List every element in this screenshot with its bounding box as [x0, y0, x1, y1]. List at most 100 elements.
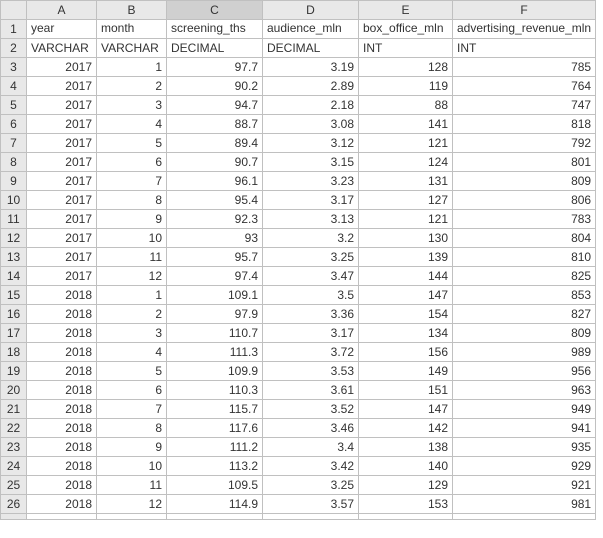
row-header-19[interactable]: 19	[1, 362, 27, 381]
cell-C22[interactable]: 117.6	[167, 419, 263, 438]
cell-D25[interactable]: 3.25	[263, 476, 359, 495]
cell-F27[interactable]	[453, 514, 596, 520]
cell-E7[interactable]: 121	[359, 134, 453, 153]
cell-E27[interactable]	[359, 514, 453, 520]
col-header-E[interactable]: E	[359, 1, 453, 20]
cell-F2[interactable]: INT	[453, 39, 596, 58]
cell-E8[interactable]: 124	[359, 153, 453, 172]
col-header-F[interactable]: F	[453, 1, 596, 20]
cell-E14[interactable]: 144	[359, 267, 453, 286]
cell-E6[interactable]: 141	[359, 115, 453, 134]
cell-D4[interactable]: 2.89	[263, 77, 359, 96]
cell-D5[interactable]: 2.18	[263, 96, 359, 115]
cell-B4[interactable]: 2	[97, 77, 167, 96]
cell-B8[interactable]: 6	[97, 153, 167, 172]
cell-C4[interactable]: 90.2	[167, 77, 263, 96]
cell-E17[interactable]: 134	[359, 324, 453, 343]
cell-C12[interactable]: 93	[167, 229, 263, 248]
cell-D2[interactable]: DECIMAL	[263, 39, 359, 58]
cell-B9[interactable]: 7	[97, 172, 167, 191]
row-header-14[interactable]: 14	[1, 267, 27, 286]
col-header-B[interactable]: B	[97, 1, 167, 20]
row-header-8[interactable]: 8	[1, 153, 27, 172]
cell-A24[interactable]: 2018	[27, 457, 97, 476]
cell-F15[interactable]: 853	[453, 286, 596, 305]
cell-D9[interactable]: 3.23	[263, 172, 359, 191]
cell-C8[interactable]: 90.7	[167, 153, 263, 172]
cell-B22[interactable]: 8	[97, 419, 167, 438]
cell-D3[interactable]: 3.19	[263, 58, 359, 77]
col-header-D[interactable]: D	[263, 1, 359, 20]
cell-F20[interactable]: 963	[453, 381, 596, 400]
cell-D12[interactable]: 3.2	[263, 229, 359, 248]
row-header-16[interactable]: 16	[1, 305, 27, 324]
cell-C23[interactable]: 111.2	[167, 438, 263, 457]
cell-B2[interactable]: VARCHAR	[97, 39, 167, 58]
cell-E19[interactable]: 149	[359, 362, 453, 381]
cell-F22[interactable]: 941	[453, 419, 596, 438]
cell-B15[interactable]: 1	[97, 286, 167, 305]
cell-E15[interactable]: 147	[359, 286, 453, 305]
cell-E23[interactable]: 138	[359, 438, 453, 457]
row-header-13[interactable]: 13	[1, 248, 27, 267]
cell-B7[interactable]: 5	[97, 134, 167, 153]
cell-A27[interactable]	[27, 514, 97, 520]
cell-B10[interactable]: 8	[97, 191, 167, 210]
cell-A16[interactable]: 2018	[27, 305, 97, 324]
cell-B19[interactable]: 5	[97, 362, 167, 381]
cell-F25[interactable]: 921	[453, 476, 596, 495]
cell-E12[interactable]: 130	[359, 229, 453, 248]
cell-F23[interactable]: 935	[453, 438, 596, 457]
row-header-12[interactable]: 12	[1, 229, 27, 248]
cell-C26[interactable]: 114.9	[167, 495, 263, 514]
row-header-22[interactable]: 22	[1, 419, 27, 438]
cell-D10[interactable]: 3.17	[263, 191, 359, 210]
cell-B27[interactable]	[97, 514, 167, 520]
cell-C10[interactable]: 95.4	[167, 191, 263, 210]
cell-D7[interactable]: 3.12	[263, 134, 359, 153]
cell-A22[interactable]: 2018	[27, 419, 97, 438]
cell-E22[interactable]: 142	[359, 419, 453, 438]
cell-E3[interactable]: 128	[359, 58, 453, 77]
cell-E21[interactable]: 147	[359, 400, 453, 419]
cell-B13[interactable]: 11	[97, 248, 167, 267]
cell-C25[interactable]: 109.5	[167, 476, 263, 495]
cell-D14[interactable]: 3.47	[263, 267, 359, 286]
cell-E25[interactable]: 129	[359, 476, 453, 495]
cell-F1[interactable]: advertising_revenue_mln	[453, 20, 596, 39]
row-header-11[interactable]: 11	[1, 210, 27, 229]
cell-F8[interactable]: 801	[453, 153, 596, 172]
cell-F26[interactable]: 981	[453, 495, 596, 514]
cell-A5[interactable]: 2017	[27, 96, 97, 115]
cell-A2[interactable]: VARCHAR	[27, 39, 97, 58]
cell-B1[interactable]: month	[97, 20, 167, 39]
cell-C16[interactable]: 97.9	[167, 305, 263, 324]
cell-B24[interactable]: 10	[97, 457, 167, 476]
cell-F11[interactable]: 783	[453, 210, 596, 229]
cell-F19[interactable]: 956	[453, 362, 596, 381]
cell-B17[interactable]: 3	[97, 324, 167, 343]
cell-B3[interactable]: 1	[97, 58, 167, 77]
cell-A6[interactable]: 2017	[27, 115, 97, 134]
cell-E10[interactable]: 127	[359, 191, 453, 210]
cell-D1[interactable]: audience_mln	[263, 20, 359, 39]
cell-F12[interactable]: 804	[453, 229, 596, 248]
cell-A14[interactable]: 2017	[27, 267, 97, 286]
cell-F6[interactable]: 818	[453, 115, 596, 134]
cell-B18[interactable]: 4	[97, 343, 167, 362]
cell-B11[interactable]: 9	[97, 210, 167, 229]
cell-D11[interactable]: 3.13	[263, 210, 359, 229]
cell-B26[interactable]: 12	[97, 495, 167, 514]
cell-A20[interactable]: 2018	[27, 381, 97, 400]
cell-A25[interactable]: 2018	[27, 476, 97, 495]
row-header-15[interactable]: 15	[1, 286, 27, 305]
cell-E9[interactable]: 131	[359, 172, 453, 191]
cell-C3[interactable]: 97.7	[167, 58, 263, 77]
row-header-1[interactable]: 1	[1, 20, 27, 39]
cell-A19[interactable]: 2018	[27, 362, 97, 381]
cell-A26[interactable]: 2018	[27, 495, 97, 514]
cell-C18[interactable]: 111.3	[167, 343, 263, 362]
cell-F24[interactable]: 929	[453, 457, 596, 476]
cell-E20[interactable]: 151	[359, 381, 453, 400]
cell-E24[interactable]: 140	[359, 457, 453, 476]
